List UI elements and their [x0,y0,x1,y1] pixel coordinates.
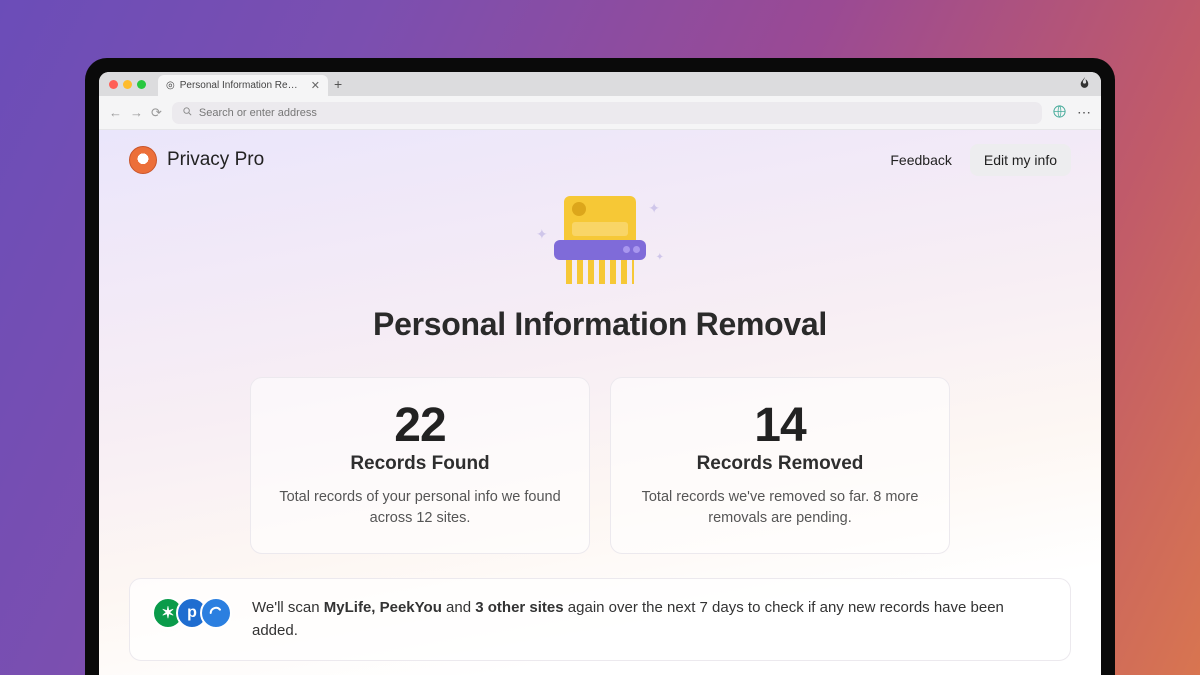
forward-icon[interactable]: → [130,105,143,121]
address-bar[interactable]: Search or enter address [172,102,1042,124]
stat-removed-label: Records Removed [635,453,925,475]
duckduckgo-logo-icon [129,146,157,174]
reload-icon[interactable]: ⟳ [151,105,162,121]
shield-icon[interactable] [1052,104,1067,122]
feedback-link[interactable]: Feedback [890,152,951,168]
new-tab-icon[interactable]: + [334,76,342,92]
stat-found-label: Records Found [275,453,565,475]
site-logo-icon [200,597,232,629]
scan-status-text: We'll scan MyLife, PeekYou and 3 other s… [252,597,1048,642]
brand-name: Privacy Pro [167,149,264,171]
stat-removed-description: Total records we've removed so far. 8 mo… [635,487,925,529]
hero: ✦✦✦ Personal Information Removal [99,196,1101,343]
address-placeholder: Search or enter address [199,107,317,119]
edit-info-button[interactable]: Edit my info [970,144,1071,176]
stats-row: 22 Records Found Total records of your p… [129,377,1071,554]
stat-removed-value: 14 [635,398,925,453]
tab-title: Personal Information Removal [180,80,306,91]
browser-tab[interactable]: ◎ Personal Information Removal ✕ [158,75,328,96]
stat-found-description: Total records of your personal info we f… [275,487,565,529]
search-icon [182,106,193,120]
stat-found-value: 22 [275,398,565,453]
tab-close-icon[interactable]: ✕ [311,79,320,92]
screen: ◎ Personal Information Removal ✕ + ← → ⟳… [99,72,1101,675]
laptop-frame: ◎ Personal Information Removal ✕ + ← → ⟳… [85,58,1115,675]
app-header: Privacy Pro Feedback Edit my info [99,130,1101,190]
maximize-window-icon[interactable] [137,80,146,89]
stat-card-found: 22 Records Found Total records of your p… [250,377,590,554]
window-controls [109,80,146,89]
stat-card-removed: 14 Records Removed Total records we've r… [610,377,950,554]
page-title: Personal Information Removal [373,306,827,343]
scan-status-card: ✶ p We'll scan MyLife, PeekYou and 3 oth… [129,578,1071,661]
brand: Privacy Pro [129,146,264,174]
close-window-icon[interactable] [109,80,118,89]
tab-favicon-icon: ◎ [166,80,175,91]
browser-tab-bar: ◎ Personal Information Removal ✕ + [99,72,1101,96]
fire-icon[interactable] [1078,76,1091,92]
menu-icon[interactable]: ⋯ [1077,104,1091,121]
browser-toolbar: ← → ⟳ Search or enter address ⋯ [99,96,1101,130]
back-icon[interactable]: ← [109,105,122,121]
minimize-window-icon[interactable] [123,80,132,89]
shredder-illustration-icon: ✦✦✦ [540,196,660,292]
page-content: Privacy Pro Feedback Edit my info ✦✦✦ Pe… [99,130,1101,675]
site-logos: ✶ p [152,597,232,629]
